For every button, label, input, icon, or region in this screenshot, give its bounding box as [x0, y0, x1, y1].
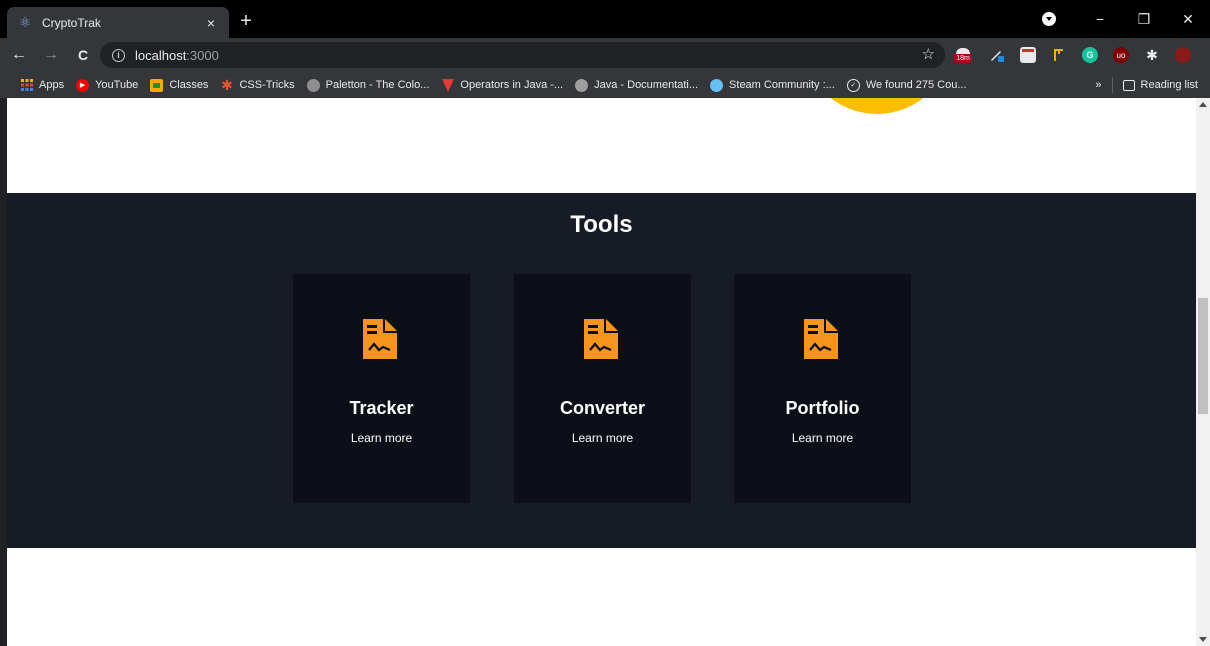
react-atom-icon: ⚛	[18, 14, 32, 30]
tab-close-icon[interactable]: ×	[203, 15, 219, 31]
bookmark-label: Steam Community :...	[729, 79, 835, 91]
learn-more-link[interactable]: Learn more	[293, 431, 470, 445]
bookmark-steam[interactable]: Steam Community :...	[710, 78, 835, 92]
clock-check-icon: ✓	[846, 78, 860, 92]
page-scrollbar[interactable]	[1196, 98, 1210, 646]
extensions-puzzle-icon[interactable]: ✱	[1144, 47, 1160, 63]
minimize-button[interactable]: −	[1078, 11, 1122, 27]
document-signature-icon	[804, 319, 838, 359]
bookmark-operators-java[interactable]: Operators in Java -...	[441, 78, 564, 92]
learn-more-link[interactable]: Learn more	[734, 431, 911, 445]
back-button[interactable]: ←	[6, 46, 32, 64]
tool-card-portfolio[interactable]: Portfolio Learn more	[734, 274, 911, 503]
bookmark-paletton[interactable]: Paletton - The Colo...	[306, 78, 430, 92]
profile-menu-icon[interactable]	[1042, 12, 1056, 26]
address-bar[interactable]: i localhost :3000 ☆	[100, 42, 945, 68]
bookmark-label: YouTube	[95, 79, 139, 91]
bookmark-apps[interactable]: Apps	[20, 79, 64, 92]
bookmarks-bar: Apps ▶ YouTube Classes ✱ CSS-Tricks Pale…	[0, 72, 1210, 98]
extension-badge: 18m	[954, 53, 972, 63]
scroll-down-arrow-icon[interactable]	[1199, 637, 1207, 642]
browser-tab[interactable]: ⚛ CryptoTrak ×	[7, 7, 229, 38]
bookmark-label: We found 275 Cou...	[865, 79, 967, 91]
extension-flag-icon[interactable]	[1051, 47, 1067, 63]
card-title: Portfolio	[785, 398, 860, 418]
learn-more-link[interactable]: Learn more	[514, 431, 691, 445]
profile-avatar-icon[interactable]	[1175, 47, 1191, 63]
divider	[1111, 77, 1113, 93]
forward-button[interactable]: →	[38, 46, 64, 64]
document-signature-icon	[363, 319, 397, 359]
close-window-button[interactable]: ✕	[1166, 11, 1210, 28]
bookmark-label: Java - Documentati...	[594, 79, 699, 91]
bookmark-css-tricks[interactable]: ✱ CSS-Tricks	[220, 76, 295, 93]
extension-pen-icon[interactable]	[989, 47, 1005, 63]
extension-note-icon[interactable]	[1020, 47, 1036, 63]
tools-heading: Tools	[570, 211, 633, 238]
restore-button[interactable]: ❐	[1122, 11, 1166, 28]
extension-timer-icon[interactable]: 18m	[952, 47, 974, 63]
youtube-icon: ▶	[76, 78, 90, 92]
hero-coin-graphic	[802, 98, 952, 114]
page-viewport: Tools Tracker Learn more Converter Learn	[7, 98, 1196, 646]
reading-list-button[interactable]: Reading list	[1141, 79, 1198, 91]
bookmark-label: Classes	[169, 79, 209, 91]
site-info-icon[interactable]: i	[112, 48, 125, 62]
bookmark-label: Apps	[39, 79, 65, 91]
apps-grid-icon	[20, 79, 33, 92]
new-tab-button[interactable]: +	[236, 11, 256, 31]
tab-strip: ⚛ CryptoTrak × + − ❐ ✕	[0, 0, 1210, 38]
css-tricks-icon: ✱	[221, 76, 233, 93]
tools-section: Tools Tracker Learn more Converter Learn	[7, 193, 1196, 548]
window-controls: − ❐ ✕	[1042, 0, 1210, 38]
card-title: Tracker	[349, 398, 414, 418]
scrollbar-thumb[interactable]	[1198, 298, 1208, 414]
more-bookmarks-button[interactable]: »	[1095, 79, 1101, 91]
bookmark-star-icon[interactable]: ☆	[922, 45, 935, 63]
steam-icon	[710, 78, 724, 92]
tab-title: CryptoTrak	[42, 15, 101, 30]
java-doc-icon	[575, 78, 589, 92]
classroom-icon	[150, 78, 164, 92]
url-port: :3000	[186, 47, 219, 63]
reload-button[interactable]: C	[70, 47, 96, 63]
bookmark-label: Operators in Java -...	[460, 79, 564, 91]
card-title: Converter	[559, 398, 646, 418]
scroll-up-arrow-icon[interactable]	[1199, 102, 1207, 107]
bookmark-java-doc[interactable]: Java - Documentati...	[575, 78, 699, 92]
bookmark-youtube[interactable]: ▶ YouTube	[76, 78, 139, 92]
vk-icon	[441, 78, 454, 92]
browser-toolbar: ← → C i localhost :3000 ☆ 18m G uo ✱ ⋮	[0, 38, 1210, 72]
reading-list-icon	[1122, 79, 1135, 91]
grammarly-icon[interactable]: G	[1082, 47, 1098, 63]
ublock-icon[interactable]: uo	[1113, 47, 1129, 63]
bookmark-label: CSS-Tricks	[239, 79, 295, 91]
paletton-icon	[306, 78, 320, 92]
browser-menu-icon[interactable]: ⋮	[1206, 47, 1210, 64]
tool-card-converter[interactable]: Converter Learn more	[514, 274, 691, 503]
document-signature-icon	[584, 319, 618, 359]
bookmark-we-found[interactable]: ✓ We found 275 Cou...	[846, 78, 967, 92]
bookmark-label: Paletton - The Colo...	[325, 79, 430, 91]
tool-card-tracker[interactable]: Tracker Learn more	[293, 274, 470, 503]
bookmarks-right: » Reading list	[1095, 72, 1198, 98]
url-host: localhost	[135, 47, 187, 63]
bookmark-classes[interactable]: Classes	[150, 78, 209, 92]
extensions-area: 18m G uo ✱ ⋮	[952, 45, 1210, 65]
